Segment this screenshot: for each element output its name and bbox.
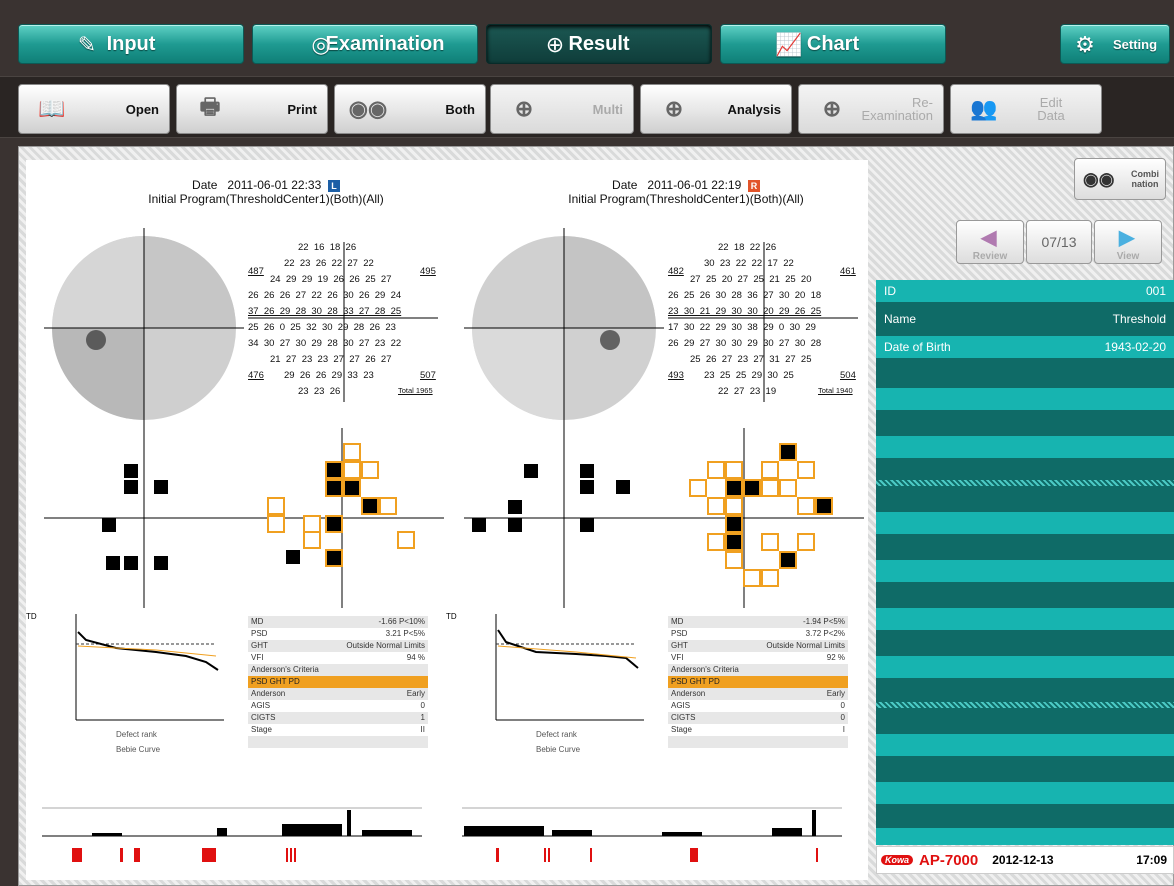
status-time: 17:09 (1136, 853, 1167, 867)
both-eyes-icon: ◉◉ (1083, 168, 1115, 189)
left-eye-badge: L (327, 179, 340, 192)
right-bebie-curve (495, 614, 644, 721)
left-exam-header: Date 2011-06-01 22:33 L Initial Program(… (148, 178, 384, 206)
patient-dob-row: Date of Birth 1943-02-20 (876, 336, 1174, 358)
multi-field-icon: ⊕ (514, 96, 534, 121)
edit-data-button[interactable]: 👥 Edit Data (950, 84, 1102, 134)
print-button[interactable]: 🖶 Print (176, 84, 328, 134)
open-button[interactable]: 📖 Open (18, 84, 170, 134)
brand-logo: Kowa (881, 855, 914, 865)
pen-icon: ✎ (77, 32, 97, 57)
view-button[interactable]: ▶ View (1094, 220, 1162, 264)
left-bebie-curve (75, 614, 224, 721)
status-date: 2012-12-13 (992, 853, 1054, 867)
page-indicator: 07/13 (1026, 220, 1092, 264)
gear-icon: ⚙ (1075, 32, 1095, 57)
patient-name-row: Name Threshold (876, 308, 1174, 330)
printer-icon: 🖶 (199, 94, 221, 119)
analysis-icon: ⊕ (664, 96, 684, 121)
right-exam-header: Date 2011-06-01 22:19 R Initial Program(… (568, 178, 804, 206)
left-fixation-strip (42, 807, 422, 862)
left-total-deviation-map (44, 428, 244, 608)
target-icon: ◎ (311, 32, 331, 57)
right-fixation-strip (462, 807, 842, 862)
review-button[interactable]: ◀ Review (956, 220, 1024, 264)
result-printout: Date 2011-06-01 22:33 L Initial Program(… (26, 160, 868, 880)
left-threshold-values: 22 16 18 26 22 23 26 22 27 22 24 29 29 1… (248, 242, 438, 402)
tab-result[interactable]: ⊕ Result (486, 24, 712, 64)
patient-info-panel: ID 001 Name Threshold Date of Birth 1943-02… (876, 280, 1174, 845)
multi-button[interactable]: ⊕ Multi (490, 84, 634, 134)
status-bar: Kowa AP-7000 2012-12-13 17:09 (876, 846, 1174, 874)
reexam-icon: ⊕ (822, 96, 842, 121)
left-global-indices: MD -1.66 P<10% PSD 3.21 P<5% GHT Outside No… (248, 616, 428, 760)
right-eye-badge: R (747, 179, 760, 192)
sub-toolbar: 📖 Open 🖶 Print ◉◉ Both ⊕ Multi ⊕ Analysis ⊕ Re… (0, 76, 1174, 138)
main-tab-bar: ✎ Input ◎ Examination ⊕ Result 📈 Chart ⚙ Sett… (0, 20, 1174, 66)
combination-button[interactable]: ◉◉ Combi nation (1074, 158, 1166, 200)
tab-input[interactable]: ✎ Input (18, 24, 244, 64)
arrow-right-icon: ▶ (1119, 227, 1135, 249)
tab-chart[interactable]: 📈 Chart (720, 24, 946, 64)
left-pattern-deviation-map (244, 428, 444, 608)
left-grayscale-map (44, 228, 244, 428)
analysis-button[interactable]: ⊕ Analysis (640, 84, 792, 134)
tab-examination[interactable]: ◎ Examination (252, 24, 478, 64)
reexamination-button[interactable]: ⊕ Re- Examination (798, 84, 944, 134)
both-button[interactable]: ◉◉ Both (334, 84, 486, 134)
arrow-left-icon: ◀ (981, 227, 997, 249)
right-pattern-deviation-map (664, 428, 864, 608)
right-total-deviation-map (464, 428, 664, 608)
chart-icon: 📈 (775, 32, 803, 57)
both-eyes-icon: ◉◉ (348, 96, 388, 121)
patient-id-row: ID 001 (876, 280, 1174, 302)
right-threshold-values: 22 18 22 26 30 23 22 22 17 22 27 25 20 2… (668, 242, 858, 402)
right-grayscale-map (464, 228, 664, 428)
right-global-indices: MD -1.94 P<5% PSD 3.72 P<2% GHT Outside Nor… (668, 616, 848, 760)
patients-icon: 👥 (970, 96, 998, 121)
model-name: AP-7000 (919, 851, 979, 869)
grid-icon: ⊕ (545, 32, 565, 57)
book-icon: 📖 (38, 96, 66, 121)
setting-button[interactable]: ⚙ Setting (1060, 24, 1170, 64)
